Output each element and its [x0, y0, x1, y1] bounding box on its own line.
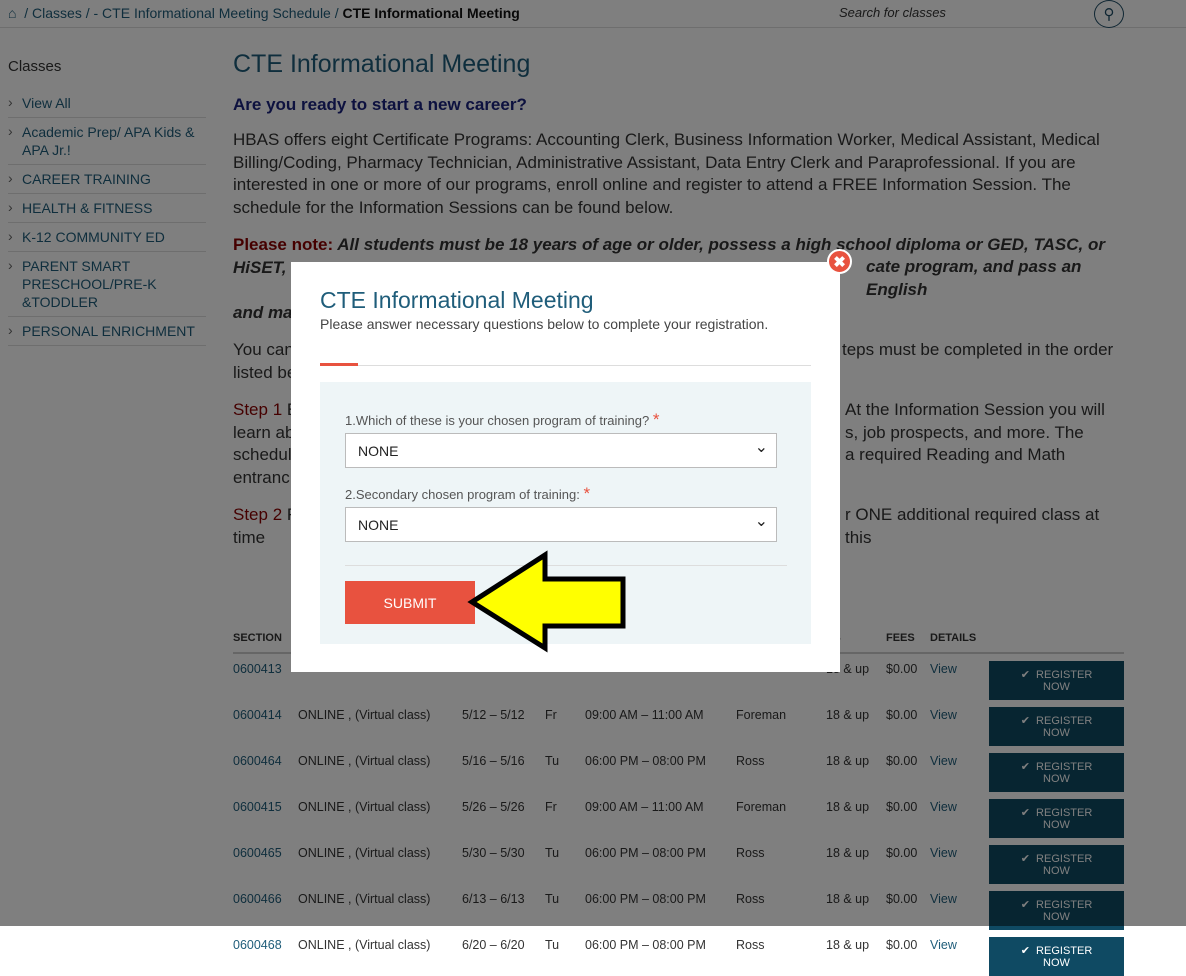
- table-cell: 18 & up: [826, 938, 870, 952]
- table-cell: Tu: [545, 938, 560, 952]
- table-cell: Ross: [736, 938, 765, 952]
- register-label: REGISTER NOW: [1036, 945, 1093, 969]
- section-link[interactable]: 0600468: [233, 930, 298, 976]
- table-cell: ONLINE , (Virtual class): [298, 938, 431, 952]
- table-cell: 06:00 PM – 08:00 PM: [585, 938, 706, 952]
- table-row: 0600468 ONLINE , (Virtual class) 6/20 – 6/…: [233, 930, 1124, 976]
- register-now-button[interactable]: ✔ REGISTER NOW: [989, 937, 1124, 976]
- yellow-arrow-left-icon: [467, 550, 626, 653]
- table-cell: 6/20 – 6/20: [462, 938, 525, 952]
- check-icon: ✔: [1020, 945, 1030, 957]
- table-cell: $0.00: [886, 938, 918, 952]
- table-cell: ✔ REGISTER NOW: [989, 930, 1124, 976]
- view-link[interactable]: View: [930, 930, 989, 976]
